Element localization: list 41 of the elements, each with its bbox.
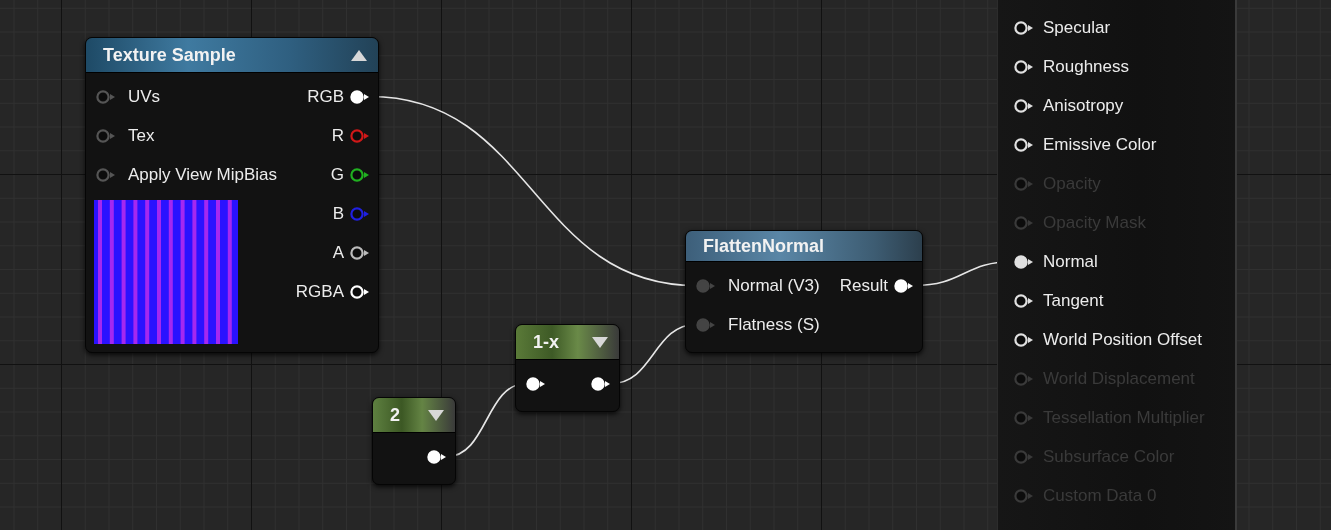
pin-label: Tangent xyxy=(1043,290,1104,311)
pin-label: World Position Offset xyxy=(1043,329,1203,350)
pin-label: B xyxy=(332,203,344,224)
pin-icon[interactable] xyxy=(1014,254,1034,269)
node-title: 1-x xyxy=(533,331,559,353)
pin-label: Normal (V3) xyxy=(728,275,820,296)
pin-label: Anisotropy xyxy=(1043,95,1124,116)
pin-icon[interactable] xyxy=(894,278,914,293)
pin-icon[interactable] xyxy=(350,284,370,299)
pin-label: G xyxy=(330,164,344,185)
collapse-arrow-icon[interactable] xyxy=(591,335,609,349)
collapse-arrow-icon[interactable] xyxy=(350,48,368,62)
pin-label: Apply View MipBias xyxy=(128,164,277,185)
pin-label: Specular xyxy=(1043,17,1111,38)
pin-icon[interactable] xyxy=(1014,293,1034,308)
pin-icon[interactable] xyxy=(1014,332,1034,347)
pin-label: UVs xyxy=(128,86,161,107)
pin-label: R xyxy=(331,125,344,146)
pin-label: Emissive Color xyxy=(1043,134,1157,155)
pin-label: RGBA xyxy=(295,281,344,302)
pin-label: Roughness xyxy=(1043,56,1129,77)
pin-icon[interactable] xyxy=(526,376,546,391)
node-title: Texture Sample xyxy=(103,44,236,66)
pin-label: Result xyxy=(839,275,888,296)
pin-label: Tex xyxy=(128,125,155,146)
pin-icon[interactable] xyxy=(427,449,447,464)
pin-icon[interactable] xyxy=(350,89,370,104)
node-title: FlattenNormal xyxy=(703,235,825,257)
pin-label: Flatness (S) xyxy=(728,314,820,335)
pin-icon[interactable] xyxy=(1014,98,1034,113)
pin-icon[interactable] xyxy=(350,167,370,182)
pin-label: Normal xyxy=(1043,251,1098,272)
pin-icon[interactable] xyxy=(1014,137,1034,152)
pin-icon[interactable] xyxy=(1014,20,1034,35)
node-title: 2 xyxy=(390,404,400,426)
pin-icon[interactable] xyxy=(591,376,611,391)
pin-label: A xyxy=(332,242,344,263)
pin-icon[interactable] xyxy=(1014,59,1034,74)
pin-label: RGB xyxy=(307,86,344,107)
collapse-arrow-icon[interactable] xyxy=(427,408,445,422)
pin-icon[interactable] xyxy=(350,245,370,260)
